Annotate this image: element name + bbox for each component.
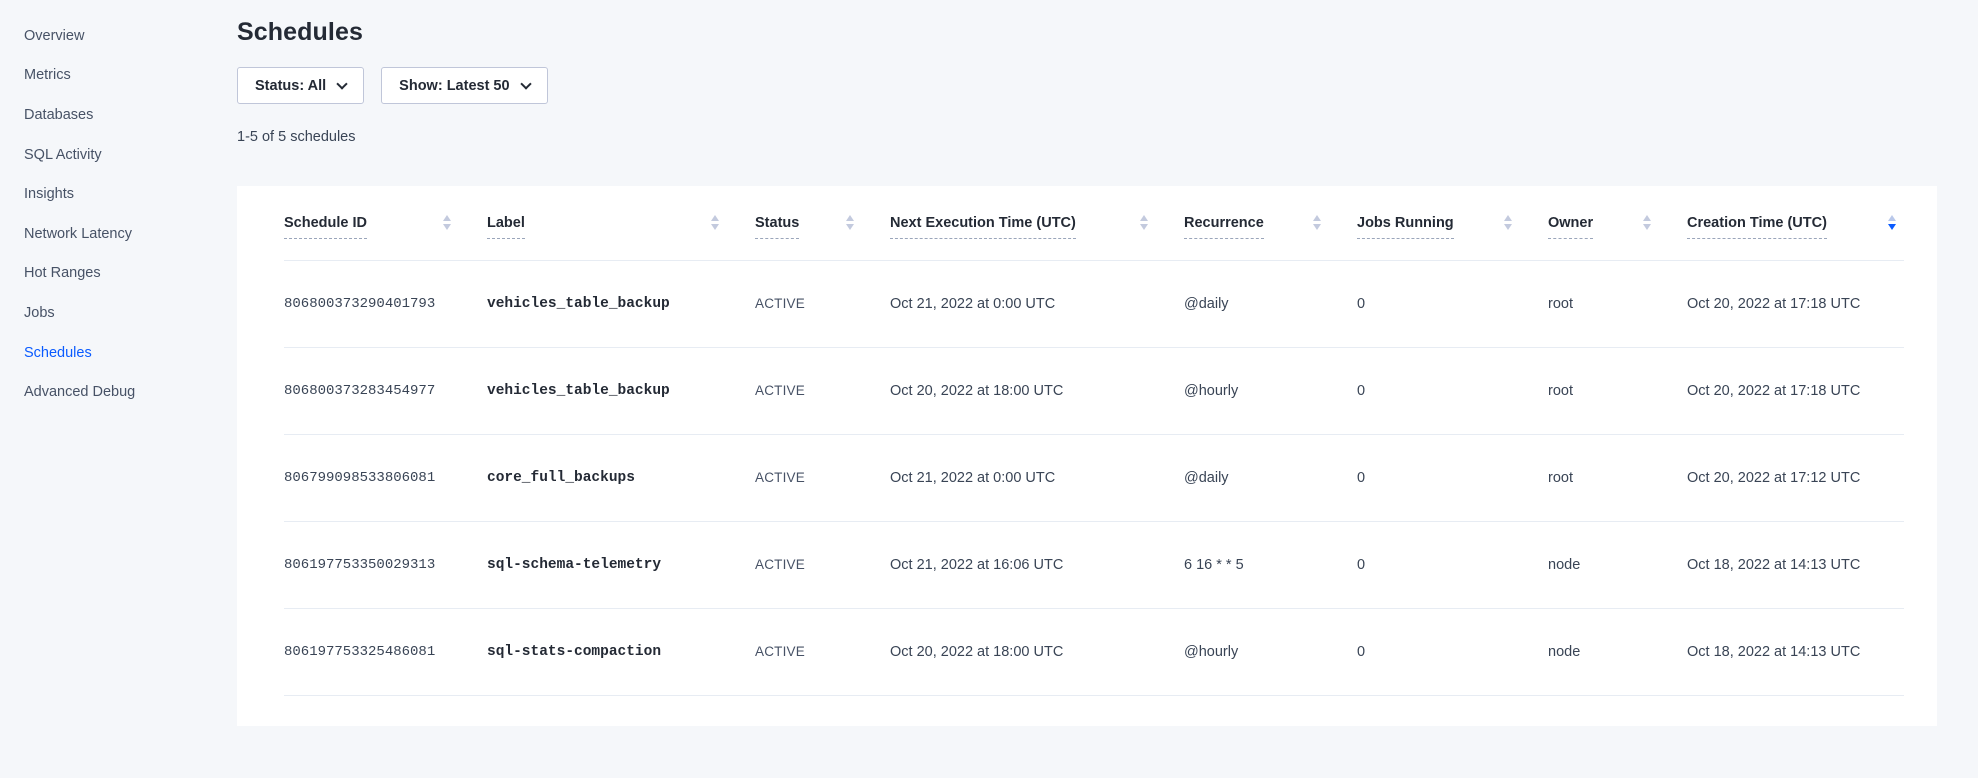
cell-jobs-running: 0 bbox=[1357, 260, 1548, 347]
sidebar-item-advanced-debug[interactable]: Advanced Debug bbox=[0, 372, 237, 412]
sidebar-item-schedules[interactable]: Schedules bbox=[0, 333, 237, 373]
column-header-jobs-running[interactable]: Jobs Running bbox=[1357, 186, 1548, 260]
sort-icon bbox=[443, 215, 451, 230]
column-header-creation-time-utc[interactable]: Creation Time (UTC) bbox=[1687, 186, 1904, 260]
column-header-label: Recurrence bbox=[1184, 215, 1264, 239]
cell-recurrence: @hourly bbox=[1184, 347, 1357, 434]
column-header-label: Jobs Running bbox=[1357, 215, 1454, 239]
cell-next-execution: Oct 21, 2022 at 0:00 UTC bbox=[890, 434, 1184, 521]
cell-label: sql-schema-telemetry bbox=[487, 521, 755, 608]
sidebar-item-network-latency[interactable]: Network Latency bbox=[0, 214, 237, 254]
cell-recurrence: @hourly bbox=[1184, 608, 1357, 695]
cell-jobs-running: 0 bbox=[1357, 608, 1548, 695]
chevron-down-icon bbox=[337, 78, 348, 89]
cell-schedule-id: 806197753350029313 bbox=[284, 521, 487, 608]
cell-recurrence: 6 16 * * 5 bbox=[1184, 521, 1357, 608]
results-count: 1-5 of 5 schedules bbox=[237, 128, 1978, 146]
cell-jobs-running: 0 bbox=[1357, 434, 1548, 521]
cell-next-execution: Oct 21, 2022 at 0:00 UTC bbox=[890, 260, 1184, 347]
show-filter-label: Show: Latest 50 bbox=[399, 78, 509, 94]
cell-schedule-id: 806800373283454977 bbox=[284, 347, 487, 434]
column-header-label: Status bbox=[755, 215, 799, 239]
cell-creation-time: Oct 20, 2022 at 17:12 UTC bbox=[1687, 434, 1904, 521]
cell-jobs-running: 0 bbox=[1357, 521, 1548, 608]
column-header-owner[interactable]: Owner bbox=[1548, 186, 1687, 260]
cell-schedule-id: 806800373290401793 bbox=[284, 260, 487, 347]
cell-label: vehicles_table_backup bbox=[487, 260, 755, 347]
column-header-label: Schedule ID bbox=[284, 215, 367, 239]
cell-status: ACTIVE bbox=[755, 521, 890, 608]
cell-recurrence: @daily bbox=[1184, 434, 1357, 521]
sidebar-item-sql-activity[interactable]: SQL Activity bbox=[0, 135, 237, 175]
cell-jobs-running: 0 bbox=[1357, 347, 1548, 434]
cell-next-execution: Oct 20, 2022 at 18:00 UTC bbox=[890, 608, 1184, 695]
table-row: 806197753325486081sql-stats-compactionAC… bbox=[284, 608, 1904, 695]
sort-icon bbox=[1504, 215, 1512, 230]
cell-status: ACTIVE bbox=[755, 260, 890, 347]
cell-schedule-id: 806799098533806081 bbox=[284, 434, 487, 521]
sidebar-item-overview[interactable]: Overview bbox=[0, 16, 237, 56]
sort-icon bbox=[711, 215, 719, 230]
sidebar-item-jobs[interactable]: Jobs bbox=[0, 293, 237, 333]
sidebar: OverviewMetricsDatabasesSQL ActivityInsi… bbox=[0, 0, 237, 778]
cell-creation-time: Oct 18, 2022 at 14:13 UTC bbox=[1687, 521, 1904, 608]
sort-icon bbox=[1140, 215, 1148, 230]
table-row: 806800373283454977vehicles_table_backupA… bbox=[284, 347, 1904, 434]
sidebar-item-insights[interactable]: Insights bbox=[0, 174, 237, 214]
table-row: 806799098533806081core_full_backupsACTIV… bbox=[284, 434, 1904, 521]
column-header-recurrence[interactable]: Recurrence bbox=[1184, 186, 1357, 260]
table-row: 806197753350029313sql-schema-telemetryAC… bbox=[284, 521, 1904, 608]
show-filter-dropdown[interactable]: Show: Latest 50 bbox=[381, 67, 547, 104]
sidebar-item-hot-ranges[interactable]: Hot Ranges bbox=[0, 254, 237, 294]
cell-label: sql-stats-compaction bbox=[487, 608, 755, 695]
column-header-status[interactable]: Status bbox=[755, 186, 890, 260]
cell-next-execution: Oct 21, 2022 at 16:06 UTC bbox=[890, 521, 1184, 608]
cell-next-execution: Oct 20, 2022 at 18:00 UTC bbox=[890, 347, 1184, 434]
cell-creation-time: Oct 20, 2022 at 17:18 UTC bbox=[1687, 260, 1904, 347]
cell-owner: node bbox=[1548, 608, 1687, 695]
cell-creation-time: Oct 18, 2022 at 14:13 UTC bbox=[1687, 608, 1904, 695]
cell-owner: root bbox=[1548, 434, 1687, 521]
column-header-label: Owner bbox=[1548, 215, 1593, 239]
chevron-down-icon bbox=[520, 78, 531, 89]
sidebar-item-databases[interactable]: Databases bbox=[0, 95, 237, 135]
cell-owner: root bbox=[1548, 347, 1687, 434]
cell-owner: node bbox=[1548, 521, 1687, 608]
table-row: 806800373290401793vehicles_table_backupA… bbox=[284, 260, 1904, 347]
cell-status: ACTIVE bbox=[755, 608, 890, 695]
cell-recurrence: @daily bbox=[1184, 260, 1357, 347]
filter-bar: Status: All Show: Latest 50 bbox=[237, 67, 1978, 104]
sort-icon bbox=[1313, 215, 1321, 230]
column-header-next-execution-time-utc[interactable]: Next Execution Time (UTC) bbox=[890, 186, 1184, 260]
schedules-table: Schedule ID Label Status Next Execution Tim… bbox=[284, 186, 1904, 696]
column-header-label: Label bbox=[487, 215, 525, 239]
sort-desc-icon bbox=[1888, 215, 1896, 230]
column-header-schedule-id[interactable]: Schedule ID bbox=[284, 186, 487, 260]
schedules-table-card: Schedule ID Label Status Next Execution Tim… bbox=[237, 186, 1937, 726]
cell-label: vehicles_table_backup bbox=[487, 347, 755, 434]
cell-schedule-id: 806197753325486081 bbox=[284, 608, 487, 695]
column-header-label: Creation Time (UTC) bbox=[1687, 215, 1827, 239]
status-filter-label: Status: All bbox=[255, 78, 326, 94]
cell-owner: root bbox=[1548, 260, 1687, 347]
cell-status: ACTIVE bbox=[755, 347, 890, 434]
sort-icon bbox=[1643, 215, 1651, 230]
page-title: Schedules bbox=[237, 17, 1978, 47]
column-header-label[interactable]: Label bbox=[487, 186, 755, 260]
status-filter-dropdown[interactable]: Status: All bbox=[237, 67, 364, 104]
sort-icon bbox=[846, 215, 854, 230]
cell-label: core_full_backups bbox=[487, 434, 755, 521]
table-header-row: Schedule ID Label Status Next Execution Tim… bbox=[284, 186, 1904, 260]
cell-status: ACTIVE bbox=[755, 434, 890, 521]
column-header-label: Next Execution Time (UTC) bbox=[890, 215, 1076, 239]
sidebar-item-metrics[interactable]: Metrics bbox=[0, 56, 237, 96]
cell-creation-time: Oct 20, 2022 at 17:18 UTC bbox=[1687, 347, 1904, 434]
schedules-page: Schedules Status: All Show: Latest 50 1-… bbox=[237, 0, 1978, 778]
